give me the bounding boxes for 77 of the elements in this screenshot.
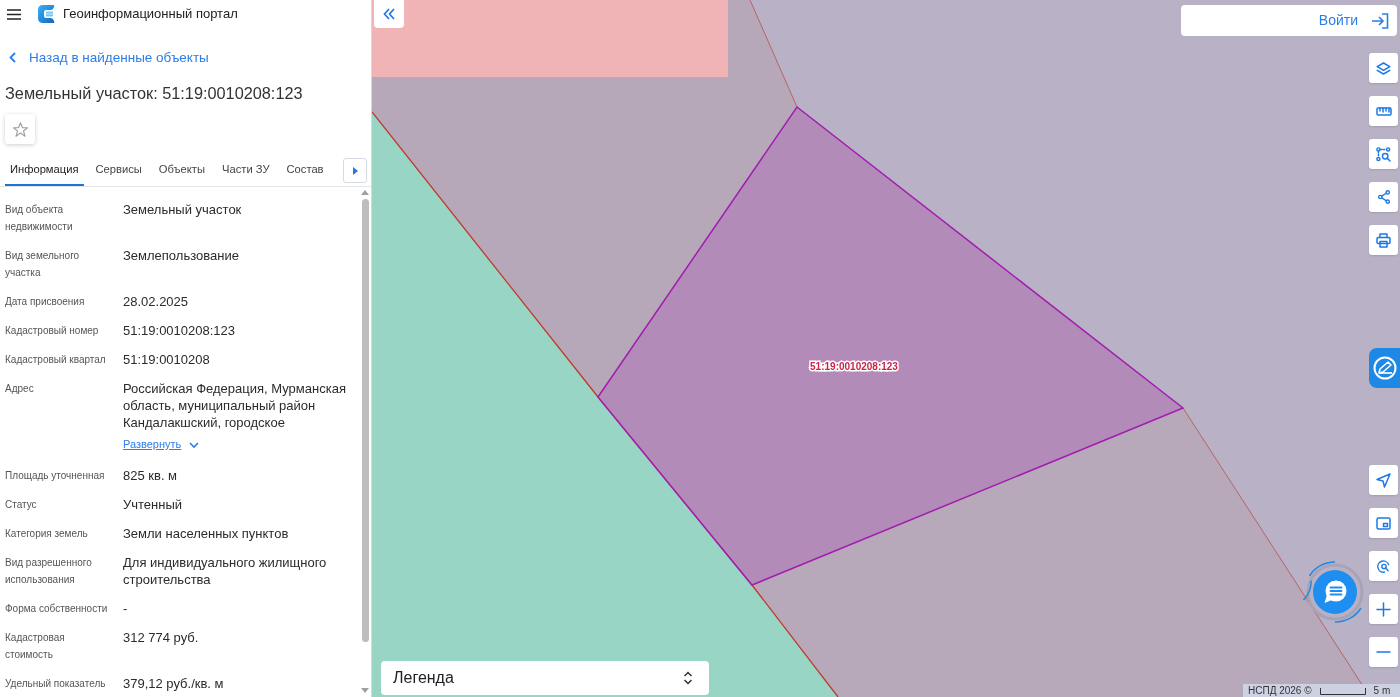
legend-dropdown[interactable]: Легенда	[381, 661, 709, 695]
area-search-icon	[1376, 146, 1391, 162]
property-label: Форма собственности	[5, 602, 109, 616]
measure-button[interactable]	[1369, 96, 1398, 126]
property-value: Земельный участок	[123, 201, 243, 218]
app-title: Геоинформационный портал	[63, 5, 238, 23]
property-label: Кадастровый номер	[5, 324, 100, 338]
print-button[interactable]	[1369, 225, 1398, 255]
scale-label: 5 m	[1373, 684, 1391, 697]
up-down-chevron-icon	[683, 670, 693, 686]
property-value: 379,12 руб./кв. м	[123, 675, 225, 692]
back-link[interactable]: Назад в найденные объекты	[9, 47, 209, 68]
plot-label: 51:19:0010208:123	[810, 361, 898, 372]
logo-icon	[38, 5, 55, 23]
property-value: 51:19:0010208:123	[123, 322, 237, 339]
property-value: Земли населенных пунктов	[123, 525, 290, 542]
zoom-in-button[interactable]	[1369, 594, 1398, 624]
feedback-tab[interactable]	[1369, 348, 1400, 388]
tab[interactable]: Сервисы	[90, 154, 147, 186]
chevron-left-icon	[9, 52, 16, 63]
tab[interactable]: Объекты	[153, 154, 210, 186]
plus-icon	[1376, 601, 1391, 617]
tab[interactable]: Информация	[5, 154, 84, 186]
property-value: 51:19:0010208	[123, 351, 211, 368]
ruler-icon	[1375, 106, 1392, 116]
chat-icon	[1324, 580, 1347, 603]
property-label: Адрес	[5, 382, 35, 396]
minimap-button[interactable]	[1369, 508, 1398, 538]
menu-icon[interactable]	[7, 8, 21, 20]
share-button[interactable]	[1369, 182, 1398, 212]
location-search-icon	[1377, 559, 1390, 573]
property-value: Для индивидуального жилищного строительства	[123, 554, 328, 588]
zoom-out-button[interactable]	[1369, 637, 1398, 667]
minus-icon	[1376, 651, 1391, 653]
scroll-down-icon[interactable]	[361, 688, 369, 693]
share-icon	[1377, 190, 1390, 204]
property-value: Землепользование	[123, 247, 240, 264]
layers-button[interactable]	[1369, 53, 1398, 83]
property-label: Вид объекта недвижимости	[5, 203, 74, 234]
property-label: Кадастровый квартал	[5, 353, 107, 367]
property-value: Российская Федерация, Мурманская область, муниципальный район Кандалакшский, городское	[123, 380, 347, 431]
property-label: Вид разрешенного использования	[5, 556, 93, 587]
property-value: 825 кв. м	[123, 467, 179, 484]
property-value: Учтенный	[123, 496, 184, 513]
caret-right-icon	[352, 166, 358, 175]
tab[interactable]: Состав	[281, 154, 329, 186]
property-value: 28.02.2025	[123, 293, 190, 310]
favorite-button[interactable]	[5, 114, 35, 144]
area-search-button[interactable]	[1369, 139, 1398, 169]
double-chevron-left-icon	[383, 8, 395, 20]
layers-icon	[1376, 61, 1391, 75]
minimap-icon	[1376, 516, 1391, 530]
login-button[interactable]: Войти	[1181, 5, 1397, 36]
navigation-button[interactable]	[1369, 465, 1398, 495]
login-icon	[1371, 12, 1389, 29]
tabs-scroll-button[interactable]	[343, 158, 367, 183]
property-label: Кадастровая стоимость	[5, 631, 66, 662]
property-label: Площадь уточненная	[5, 469, 106, 483]
collapse-panel-button[interactable]	[374, 0, 404, 28]
expand-link[interactable]: Развернуть	[123, 436, 200, 453]
property-label: Вид земельного участка	[5, 249, 81, 280]
property-label: Категория земель	[5, 527, 89, 541]
property-label: Удельный показатель	[5, 677, 107, 691]
scrollbar-thumb[interactable]	[361, 199, 369, 642]
attribution-text: НСПД 2026 ©	[1248, 684, 1312, 697]
scroll-up-icon[interactable]	[361, 190, 369, 195]
scale-bar	[1319, 686, 1366, 695]
tab[interactable]: Части ЗУ	[217, 154, 275, 186]
property-value: -	[123, 600, 129, 617]
property-value: 312 774 руб.	[123, 629, 200, 646]
print-icon	[1376, 232, 1391, 248]
property-label: Статус	[5, 498, 38, 512]
location-search-button[interactable]	[1369, 551, 1398, 581]
object-title: Земельный участок: 51:19:0010208:123	[5, 83, 304, 103]
pencil-icon	[1372, 356, 1397, 380]
navigation-arrow-icon	[1376, 472, 1391, 488]
property-label: Дата присвоения	[5, 295, 86, 309]
